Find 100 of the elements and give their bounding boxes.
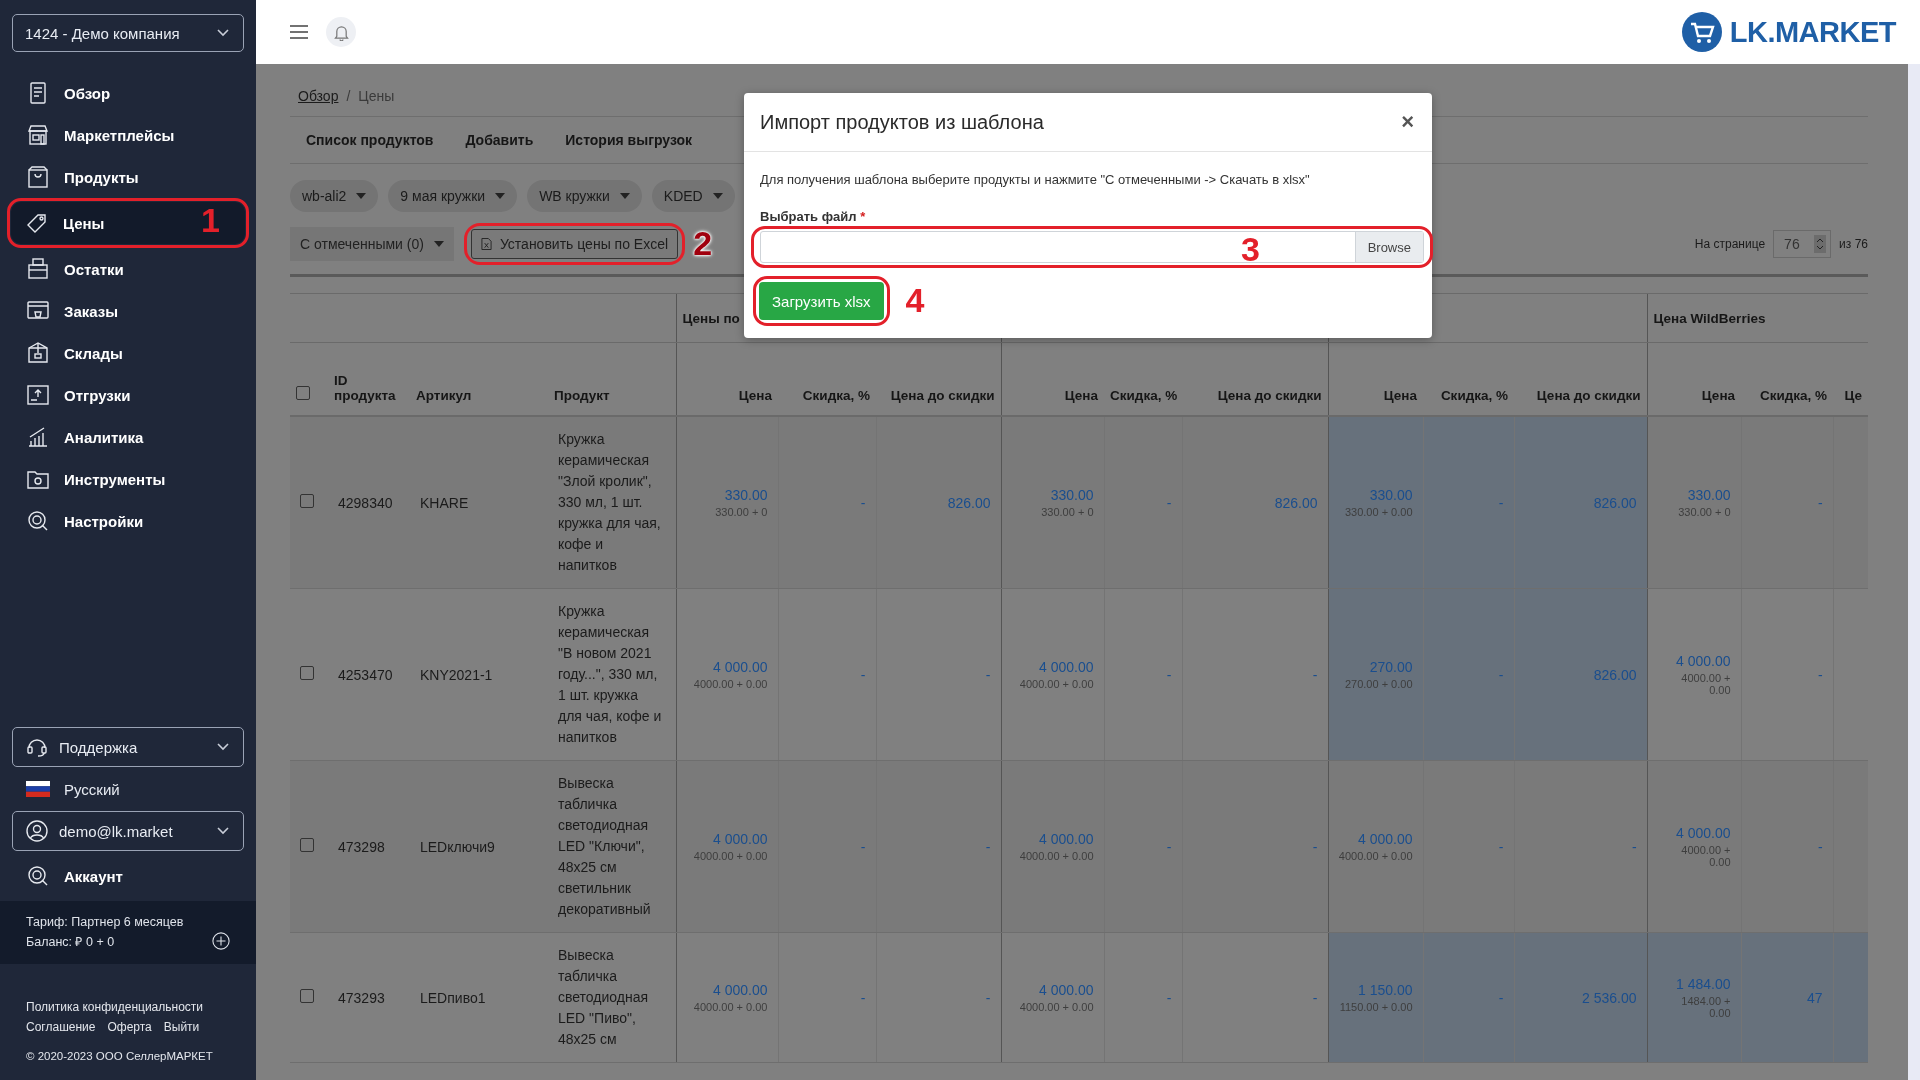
bulk-action-dropdown[interactable]: С отмеченными (0) <box>290 227 454 261</box>
nav-item[interactable]: Отгрузки <box>12 374 244 416</box>
bag-icon <box>26 165 50 189</box>
table-cell: - <box>1182 588 1329 761</box>
filter-dropdown[interactable]: WB кружки <box>527 180 642 212</box>
table-cell: - <box>1104 760 1182 933</box>
menu-icon[interactable] <box>290 25 308 39</box>
footer-link[interactable]: Соглашение <box>26 1020 96 1034</box>
column-header: Цена <box>1064 388 1098 403</box>
tariff-text: Тариф: Партнер 6 месяцев <box>26 915 185 929</box>
cart-logo-icon <box>1681 12 1722 52</box>
crate-icon <box>26 383 50 407</box>
nav-item[interactable]: Маркетплейсы <box>12 114 244 156</box>
browse-button[interactable]: Browse <box>1354 232 1423 262</box>
table-cell: LEDпиво1 <box>410 932 548 1063</box>
footer-link[interactable]: Политика конфиденциальности <box>26 1000 204 1014</box>
tab[interactable]: Добавить <box>449 132 550 148</box>
column-header: Цена до скидки <box>890 388 995 403</box>
price-breakdown: 270.00 + 0.00 <box>1343 678 1413 690</box>
table-cell: 826.00 <box>1514 416 1648 589</box>
user-select[interactable]: demo@lk.market <box>12 811 244 851</box>
flag-icon <box>26 781 50 797</box>
page-total: из 76 <box>1839 237 1868 251</box>
caret-icon <box>712 193 723 199</box>
nav-item[interactable]: Аналитика <box>12 416 244 458</box>
checkbox[interactable] <box>296 386 310 400</box>
column-header: Цена до скидки <box>1217 388 1322 403</box>
caret-icon <box>495 193 506 199</box>
table-cell: - <box>1423 932 1515 1063</box>
price-breakdown: 4000.00 + 0.00 <box>1338 850 1413 862</box>
price-breakdown: 4000.00 + 0.00 <box>1018 678 1094 690</box>
plus-icon[interactable] <box>212 932 230 950</box>
close-button[interactable]: × <box>1401 109 1414 135</box>
gear-search-icon <box>26 864 50 888</box>
nav-item[interactable]: Заказы <box>12 290 244 332</box>
nav-item[interactable]: Инструменты <box>12 458 244 500</box>
table-cell: LEDключи9 <box>410 760 548 933</box>
store-icon <box>26 123 50 147</box>
column-header: Продукт <box>554 388 610 403</box>
language-item[interactable]: Русский <box>12 767 244 811</box>
table-cell: - <box>1514 760 1648 933</box>
breadcrumb-link[interactable]: Обзор <box>298 88 339 104</box>
nav-item[interactable]: Склады <box>12 332 244 374</box>
notifications-button[interactable] <box>326 17 356 47</box>
nav-item[interactable]: Продукты <box>12 156 244 198</box>
column-header: Артикул <box>416 388 472 403</box>
column-header: Цена <box>1383 388 1418 403</box>
column-header: Цена <box>738 388 772 403</box>
price-breakdown: 330.00 + 0 <box>1040 506 1094 518</box>
filter-dropdown[interactable]: 9 мая кружки <box>388 180 518 212</box>
column-header: Скидка, % <box>802 388 870 403</box>
breadcrumb-current: Цены <box>358 88 395 104</box>
price-breakdown: 330.00 + 0 <box>1677 506 1731 518</box>
nav-item[interactable]: Остатки <box>12 248 244 290</box>
price-breakdown: 330.00 + 0.00 <box>1343 506 1413 518</box>
spinner-icon <box>1814 235 1827 253</box>
table-cell: 826.00 <box>1182 416 1329 589</box>
nav-item[interactable]: Настройки <box>12 500 244 542</box>
table-cell: - <box>1423 760 1515 933</box>
company-select[interactable]: 1424 - Демо компания <box>12 14 244 52</box>
bar-chart-icon <box>26 425 50 449</box>
user-icon <box>25 819 49 843</box>
filter-dropdown[interactable]: KDED <box>651 180 735 212</box>
account-item[interactable]: Аккаунт <box>12 851 244 901</box>
excel-prices-button[interactable]: Установить цены по Excel <box>470 229 679 259</box>
table-cell: Вывеска табличка светодиодная LED "Ключи", 48x25 см светильник декоративный <box>548 760 676 933</box>
breadcrumb-separator: / <box>346 88 351 104</box>
checkbox[interactable] <box>300 989 314 1003</box>
checkbox[interactable] <box>300 494 314 508</box>
table-cell: - <box>1182 932 1329 1063</box>
chevron-icon <box>217 743 229 751</box>
price-breakdown: 4000.00 + 0.00 <box>1018 850 1094 862</box>
boxes-icon <box>26 257 50 281</box>
table-cell: 47 <box>1741 932 1834 1063</box>
table-cell: - <box>1423 416 1515 589</box>
footer-link[interactable]: Выйти <box>163 1020 200 1034</box>
price-value: 4 000.00 <box>1038 982 1094 998</box>
price-value: 4 000.00 <box>1038 659 1094 675</box>
price-value: 330.00 <box>723 487 768 503</box>
table-cell: KHARE <box>410 416 548 589</box>
copyright-text: © 2020-2023 ООО СеллерМАРКЕТ <box>26 1050 214 1062</box>
table-cell: - <box>1741 588 1834 761</box>
checkbox[interactable] <box>300 838 314 852</box>
price-value: 330.00 <box>1049 487 1094 503</box>
support-select[interactable]: Поддержка <box>12 727 244 767</box>
tab[interactable]: История выгрузок <box>549 132 709 148</box>
checkbox[interactable] <box>300 666 314 680</box>
price-breakdown: 4000.00 + 0.00 <box>1680 672 1731 696</box>
footer-link[interactable]: Оферта <box>107 1020 152 1034</box>
logo-text: LK.MARKET <box>1729 15 1896 49</box>
excel-file-icon <box>480 237 492 251</box>
nav-item[interactable]: Обзор <box>12 72 244 114</box>
table-cell: - <box>1104 588 1182 761</box>
price-value: 1 484.00 <box>1675 976 1731 992</box>
tab[interactable]: Список продуктов <box>290 132 450 148</box>
column-group-header: Цена WildBerries <box>1653 310 1766 326</box>
filter-dropdown[interactable]: wb-ali2 <box>290 180 379 212</box>
column-header: Цена <box>1701 388 1736 403</box>
gear-search-icon <box>26 509 50 533</box>
column-header: Скидка, % <box>1759 388 1828 403</box>
